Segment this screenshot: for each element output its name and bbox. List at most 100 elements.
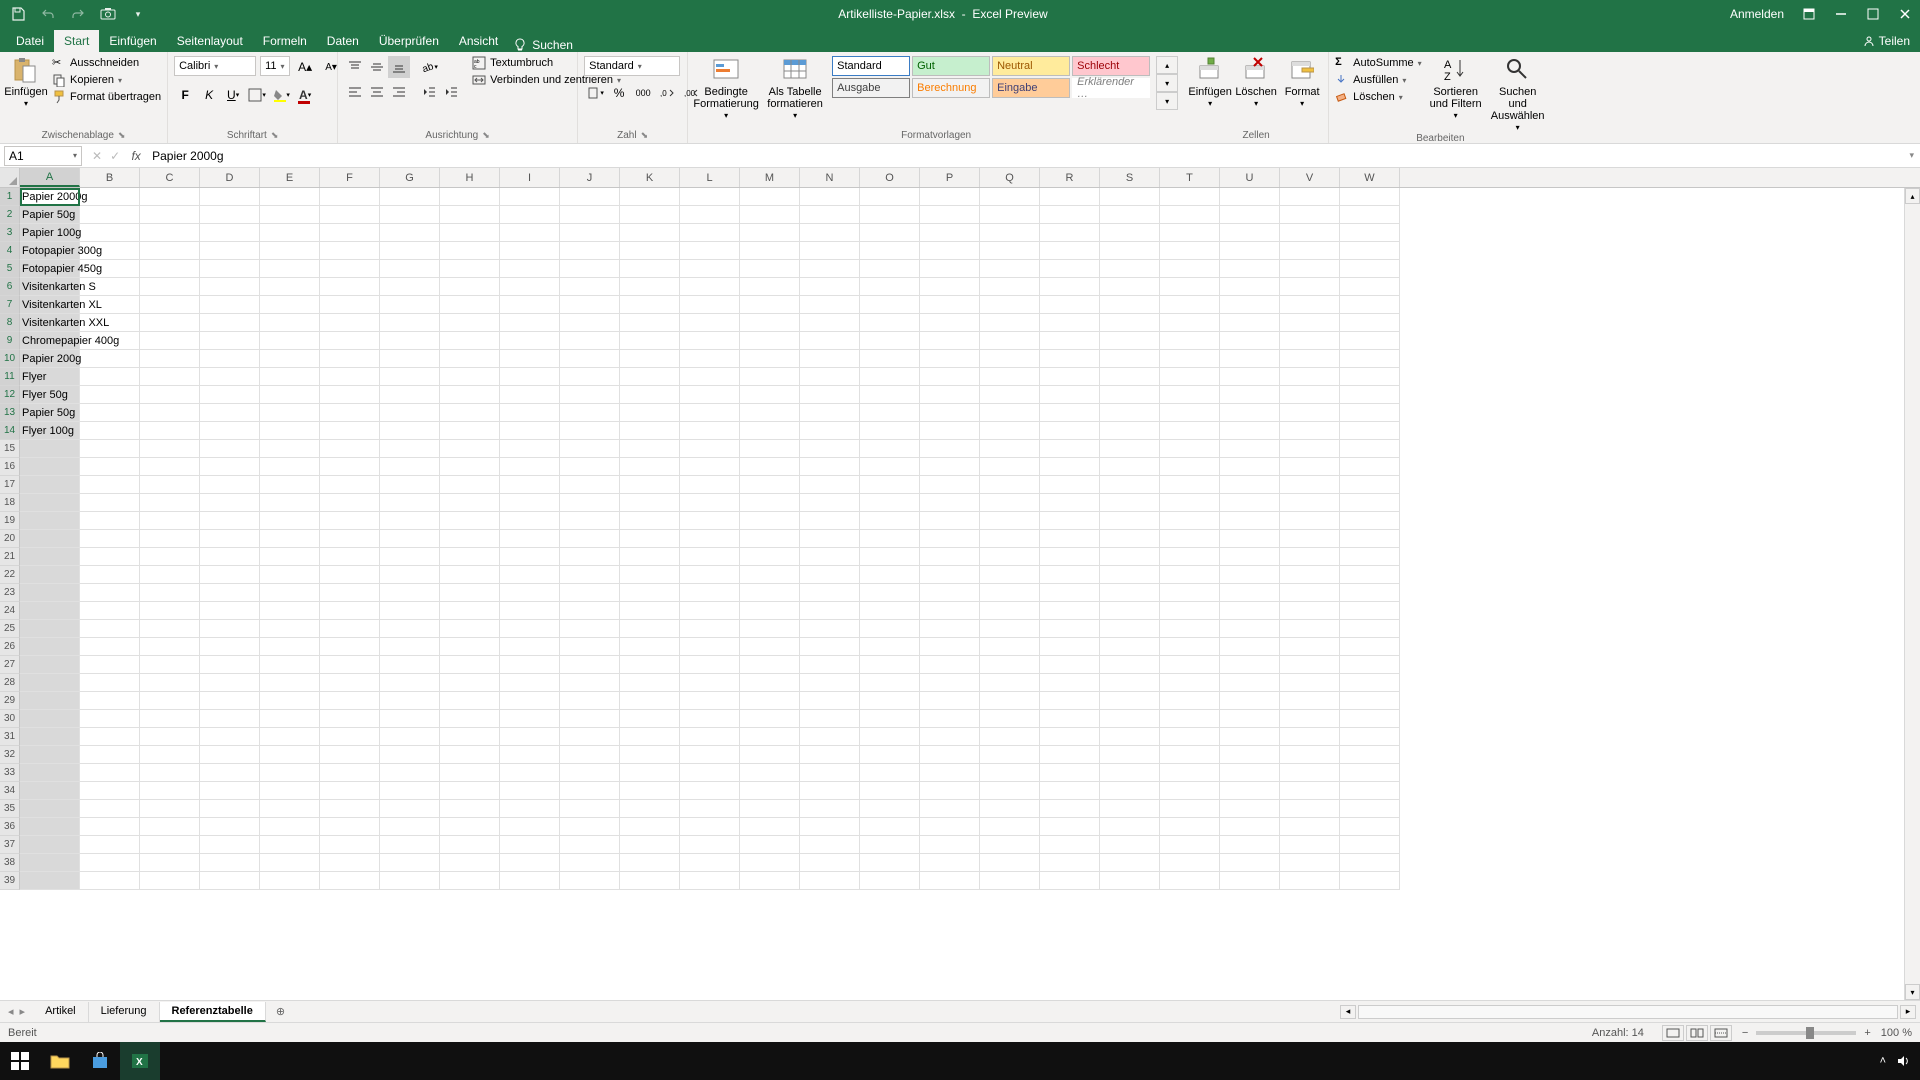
cell[interactable]	[800, 386, 860, 404]
cell[interactable]	[620, 458, 680, 476]
cell[interactable]	[80, 638, 140, 656]
cell[interactable]	[440, 332, 500, 350]
cell[interactable]	[80, 404, 140, 422]
cell[interactable]	[620, 656, 680, 674]
cell[interactable]	[1280, 854, 1340, 872]
cell[interactable]	[620, 440, 680, 458]
cell[interactable]	[20, 782, 80, 800]
cell[interactable]	[440, 512, 500, 530]
cell[interactable]	[1280, 548, 1340, 566]
cell[interactable]	[1160, 872, 1220, 890]
cell[interactable]	[320, 350, 380, 368]
cell[interactable]	[320, 674, 380, 692]
cell[interactable]	[200, 584, 260, 602]
cell[interactable]	[1280, 296, 1340, 314]
cell[interactable]	[380, 782, 440, 800]
cell[interactable]	[1100, 584, 1160, 602]
row-header[interactable]: 16	[0, 458, 20, 476]
cell[interactable]	[560, 494, 620, 512]
cell[interactable]	[1340, 548, 1400, 566]
cell[interactable]	[1100, 692, 1160, 710]
cell[interactable]	[1100, 350, 1160, 368]
cell-styles-gallery[interactable]: StandardGutNeutralSchlechtAusgabeBerechn…	[832, 56, 1150, 98]
cell[interactable]	[1220, 296, 1280, 314]
cell[interactable]	[500, 818, 560, 836]
view-pagebreak-icon[interactable]	[1710, 1025, 1732, 1041]
cell[interactable]	[800, 422, 860, 440]
cell[interactable]	[1220, 350, 1280, 368]
cell[interactable]	[1280, 872, 1340, 890]
number-format-combo[interactable]: Standard▾	[584, 56, 680, 76]
cell[interactable]	[980, 386, 1040, 404]
cell[interactable]	[980, 638, 1040, 656]
cell[interactable]	[440, 494, 500, 512]
cell[interactable]	[500, 584, 560, 602]
cell[interactable]	[260, 692, 320, 710]
cell[interactable]	[620, 314, 680, 332]
cell[interactable]	[260, 260, 320, 278]
row-header[interactable]: 39	[0, 872, 20, 890]
cell[interactable]	[380, 386, 440, 404]
cell[interactable]	[500, 206, 560, 224]
cell[interactable]	[380, 278, 440, 296]
cell[interactable]	[500, 476, 560, 494]
cell[interactable]	[200, 728, 260, 746]
cell[interactable]	[680, 836, 740, 854]
cell[interactable]	[560, 638, 620, 656]
cell[interactable]	[1220, 548, 1280, 566]
cell[interactable]	[860, 818, 920, 836]
cell[interactable]	[200, 278, 260, 296]
insert-cells-button[interactable]: Einfügen▾	[1190, 56, 1230, 109]
cell[interactable]	[680, 854, 740, 872]
cell[interactable]	[560, 296, 620, 314]
row-header[interactable]: 36	[0, 818, 20, 836]
cell[interactable]	[920, 206, 980, 224]
cell[interactable]	[1220, 512, 1280, 530]
cell[interactable]	[800, 476, 860, 494]
cell[interactable]	[1340, 278, 1400, 296]
cell[interactable]	[1040, 710, 1100, 728]
cell[interactable]	[920, 530, 980, 548]
cell[interactable]	[1280, 566, 1340, 584]
cell[interactable]	[140, 458, 200, 476]
cell[interactable]	[920, 800, 980, 818]
cell[interactable]	[380, 818, 440, 836]
cell[interactable]	[140, 548, 200, 566]
cell[interactable]	[1220, 440, 1280, 458]
cell[interactable]	[920, 296, 980, 314]
cell[interactable]	[740, 494, 800, 512]
cell[interactable]	[260, 854, 320, 872]
increase-font-icon[interactable]: A▴	[294, 56, 316, 78]
align-bottom-icon[interactable]	[388, 56, 410, 78]
row-header[interactable]: 21	[0, 548, 20, 566]
cell[interactable]	[500, 530, 560, 548]
cell[interactable]	[440, 422, 500, 440]
cell[interactable]	[1040, 854, 1100, 872]
cell[interactable]	[860, 332, 920, 350]
cell[interactable]	[1340, 512, 1400, 530]
decrease-indent-icon[interactable]	[418, 81, 440, 103]
cell[interactable]	[440, 278, 500, 296]
cell[interactable]	[80, 494, 140, 512]
cell[interactable]	[440, 692, 500, 710]
cell[interactable]	[800, 350, 860, 368]
hscroll-right-icon[interactable]: ▸	[1900, 1005, 1916, 1019]
row-header[interactable]: 22	[0, 566, 20, 584]
cell[interactable]: Flyer 50g	[20, 386, 80, 404]
cell[interactable]	[200, 332, 260, 350]
hscroll-left-icon[interactable]: ◂	[1340, 1005, 1356, 1019]
cell[interactable]	[860, 620, 920, 638]
cell[interactable]	[1220, 530, 1280, 548]
cell[interactable]	[260, 782, 320, 800]
cell[interactable]	[1220, 314, 1280, 332]
cell[interactable]	[1160, 278, 1220, 296]
cell[interactable]	[380, 728, 440, 746]
cell[interactable]	[80, 818, 140, 836]
cell[interactable]	[920, 602, 980, 620]
sheet-tab[interactable]: Lieferung	[89, 1002, 160, 1022]
cell[interactable]	[200, 638, 260, 656]
column-header[interactable]: Q	[980, 168, 1040, 187]
cell[interactable]	[1340, 242, 1400, 260]
cell[interactable]	[920, 692, 980, 710]
cell[interactable]	[1100, 566, 1160, 584]
